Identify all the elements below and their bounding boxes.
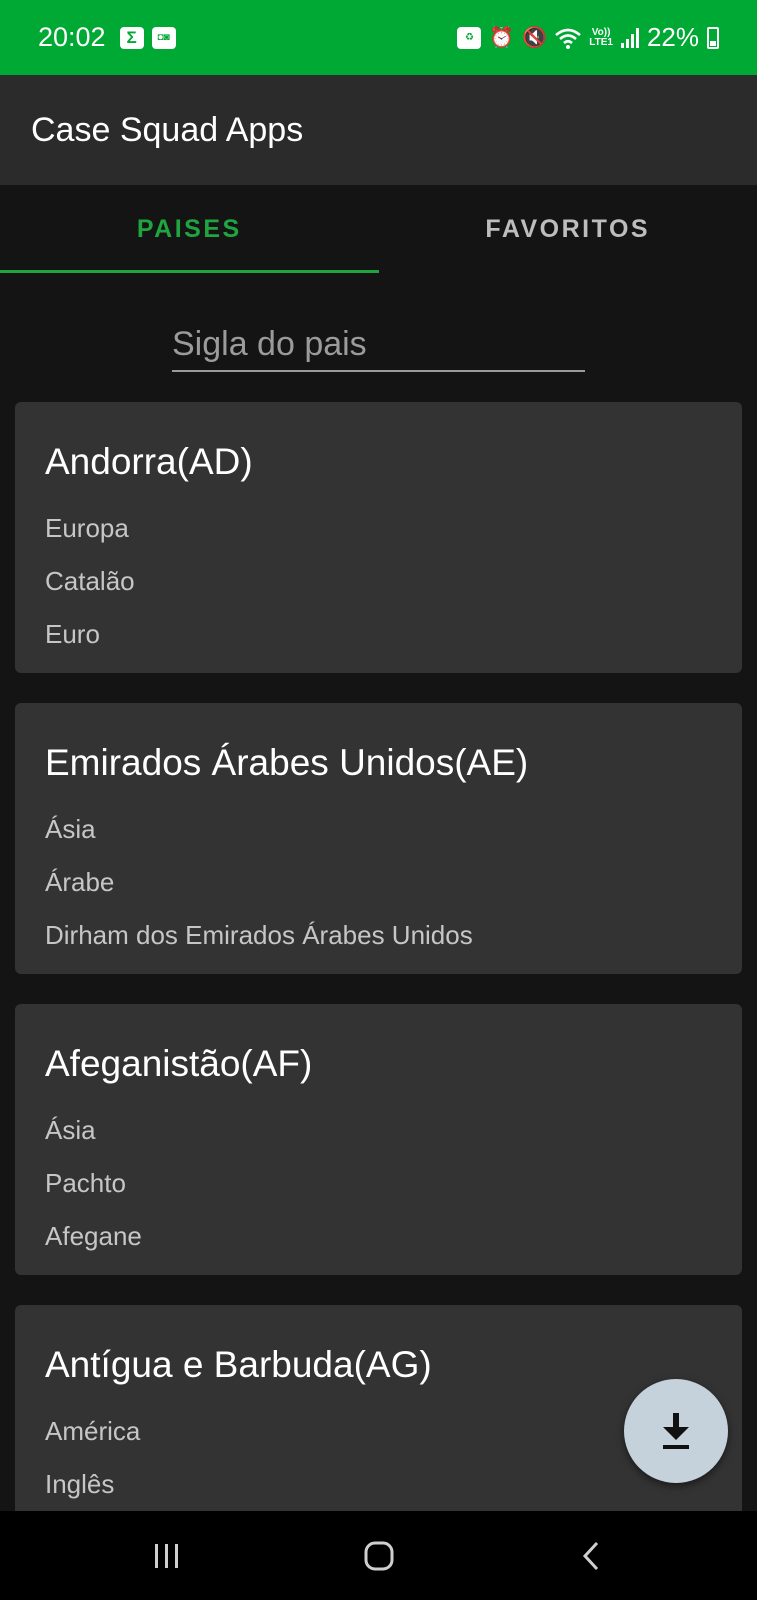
country-language: Pachto bbox=[45, 1168, 126, 1198]
volte-icon: Vo)) LTE1 bbox=[589, 26, 613, 48]
recent-apps-icon bbox=[155, 1543, 178, 1568]
status-time: 20:02 bbox=[38, 22, 106, 52]
country-name: Antígua e Barbuda(AG) bbox=[45, 1344, 432, 1385]
battery-icon bbox=[707, 26, 719, 49]
mute-icon: 🔇 bbox=[522, 27, 548, 49]
status-notification-icons: Σ ◘◙ bbox=[119, 26, 176, 49]
home-icon bbox=[364, 1541, 394, 1570]
country-card[interactable]: Afeganistão(AF) Ásia Pachto Afegane bbox=[15, 1004, 742, 1275]
country-name: Andorra(AD) bbox=[45, 441, 253, 482]
country-language: Árabe bbox=[45, 867, 115, 897]
country-language: Catalão bbox=[45, 566, 135, 596]
battery-percent: 22% bbox=[646, 22, 699, 52]
home-button[interactable] bbox=[334, 1511, 424, 1600]
tab-bar: PAISES FAVORITOS bbox=[0, 185, 757, 273]
search-input[interactable] bbox=[172, 318, 585, 370]
tab-favoritos[interactable]: FAVORITOS bbox=[379, 185, 757, 273]
country-name: Emirados Árabes Unidos(AE) bbox=[45, 742, 529, 783]
country-continent: Ásia bbox=[45, 1115, 96, 1145]
sigma-icon: Σ bbox=[119, 26, 144, 49]
active-tab-indicator bbox=[0, 270, 379, 273]
status-bar: 20:02 Σ ◘◙ ♻ ⏰ 🔇 Vo)) LTE1 22% bbox=[0, 0, 757, 75]
status-system-icons: ♻ ⏰ 🔇 Vo)) LTE1 22% bbox=[457, 22, 719, 53]
country-continent: Europa bbox=[45, 513, 129, 543]
signal-icon bbox=[620, 27, 639, 48]
navigation-bar bbox=[0, 1511, 757, 1600]
game-icon: ◘◙ bbox=[151, 26, 176, 49]
app-bar: Case Squad Apps bbox=[0, 75, 757, 185]
country-card[interactable]: Andorra(AD) Europa Catalão Euro bbox=[15, 402, 742, 673]
country-currency: Dirham dos Emirados Árabes Unidos bbox=[45, 920, 473, 950]
country-currency: Afegane bbox=[45, 1221, 142, 1251]
back-button[interactable] bbox=[546, 1511, 636, 1600]
alarm-icon: ⏰ bbox=[489, 27, 515, 49]
wifi-icon bbox=[555, 28, 582, 49]
country-currency: Euro bbox=[45, 619, 100, 649]
battery-saver-icon: ♻ bbox=[457, 26, 482, 49]
search-field bbox=[172, 318, 585, 372]
country-language: Inglês bbox=[45, 1469, 115, 1499]
tab-paises[interactable]: PAISES bbox=[0, 185, 379, 273]
download-icon bbox=[663, 1413, 689, 1449]
app-title: Case Squad Apps bbox=[31, 110, 304, 149]
download-button[interactable] bbox=[624, 1379, 728, 1483]
country-name: Afeganistão(AF) bbox=[45, 1043, 313, 1084]
recent-apps-button[interactable] bbox=[122, 1511, 212, 1600]
back-icon bbox=[582, 1541, 599, 1570]
country-card[interactable]: Emirados Árabes Unidos(AE) Ásia Árabe Di… bbox=[15, 703, 742, 974]
country-continent: Ásia bbox=[45, 814, 96, 844]
